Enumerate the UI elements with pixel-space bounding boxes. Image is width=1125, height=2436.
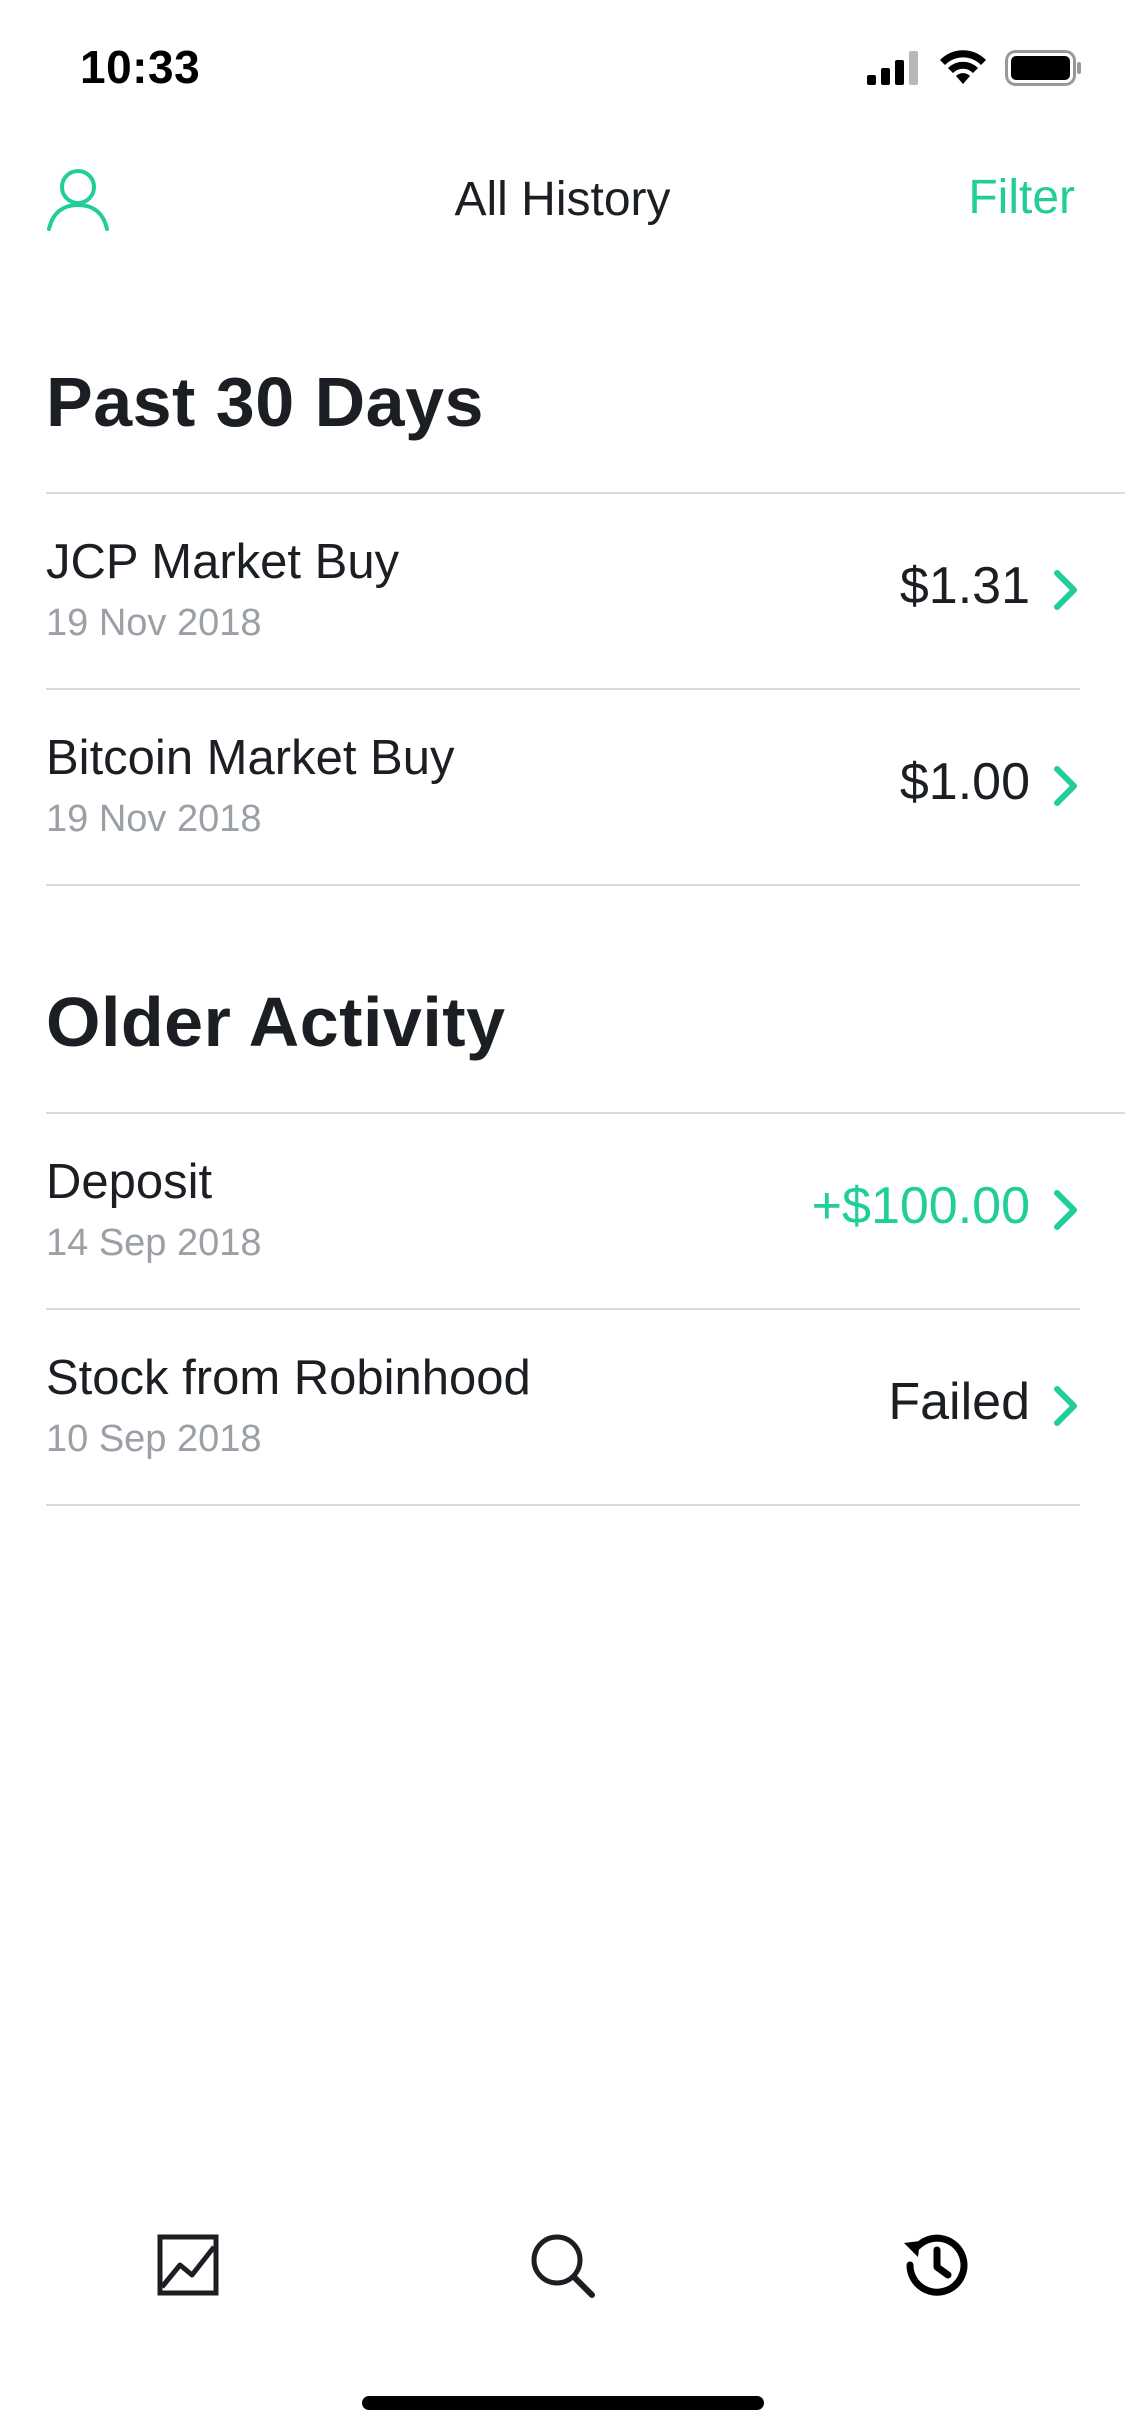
nav-bar: All History Filter	[0, 150, 1125, 260]
row-date: 19 Nov 2018	[46, 602, 262, 644]
cellular-signal-icon	[867, 51, 918, 85]
section-title-older-activity: Older Activity	[46, 983, 506, 1061]
row-title: Bitcoin Market Buy	[46, 731, 455, 785]
portfolio-chart-icon	[157, 2234, 219, 2296]
history-row[interactable]: Deposit 14 Sep 2018 +$100.00	[46, 1114, 1080, 1310]
status-time: 10:33	[80, 41, 201, 93]
home-indicator	[362, 2396, 764, 2410]
row-title: Stock from Robinhood	[46, 1351, 531, 1405]
chevron-right-icon	[1054, 766, 1077, 806]
tab-search[interactable]	[522, 2225, 602, 2305]
row-divider	[46, 1504, 1080, 1506]
row-date: 10 Sep 2018	[46, 1418, 262, 1460]
filter-button[interactable]: Filter	[968, 170, 1075, 225]
search-icon	[531, 2234, 595, 2298]
chevron-right-icon	[1054, 1386, 1077, 1426]
section-title-past-30-days: Past 30 Days	[46, 363, 484, 441]
chevron-right-icon	[1054, 570, 1077, 610]
tab-history[interactable]	[896, 2225, 976, 2305]
row-divider	[46, 884, 1080, 886]
row-value: +$100.00	[811, 1177, 1030, 1235]
row-date: 14 Sep 2018	[46, 1222, 262, 1264]
history-row[interactable]: Stock from Robinhood 10 Sep 2018 Failed	[46, 1310, 1080, 1506]
row-value: Failed	[888, 1373, 1030, 1431]
history-row[interactable]: JCP Market Buy 19 Nov 2018 $1.31	[46, 494, 1080, 690]
row-value: $1.31	[899, 557, 1030, 615]
row-title: Deposit	[46, 1155, 213, 1209]
wifi-icon	[940, 50, 986, 84]
history-icon	[904, 2234, 968, 2296]
status-icons	[867, 50, 1083, 86]
row-value: $1.00	[899, 753, 1030, 811]
row-title: JCP Market Buy	[46, 535, 400, 589]
battery-icon	[1005, 50, 1081, 86]
tab-portfolio[interactable]	[148, 2225, 228, 2305]
chevron-right-icon	[1054, 1190, 1077, 1230]
status-bar: 10:33	[0, 0, 1125, 140]
row-date: 19 Nov 2018	[46, 798, 262, 840]
page-title: All History	[454, 173, 671, 226]
tab-bar	[0, 2200, 1125, 2330]
history-row[interactable]: Bitcoin Market Buy 19 Nov 2018 $1.00	[46, 690, 1080, 886]
